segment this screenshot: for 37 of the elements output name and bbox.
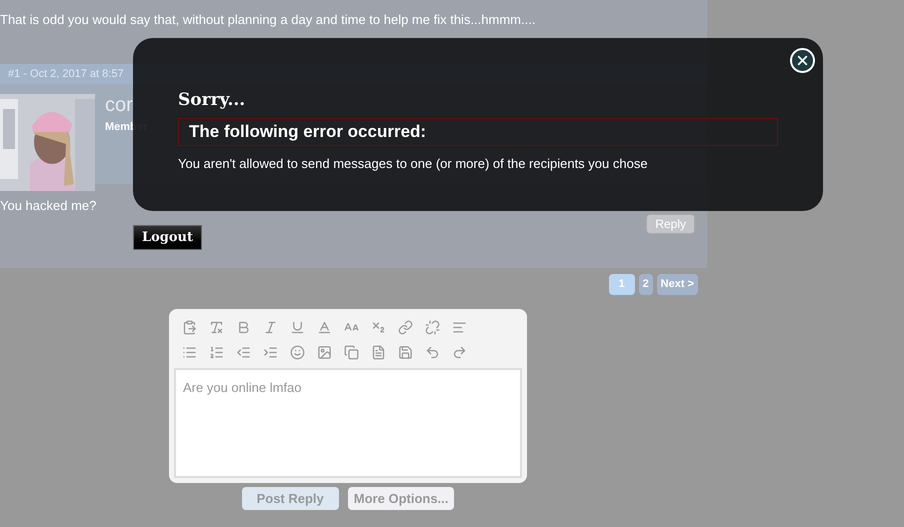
paste-icon[interactable]	[182, 320, 197, 335]
undo-icon[interactable]	[425, 345, 440, 360]
page-button[interactable]: 1	[608, 274, 635, 295]
numbered-list-icon[interactable]	[209, 345, 224, 360]
align-left-icon[interactable]	[452, 320, 467, 335]
reply-button[interactable]: Reply	[646, 214, 695, 234]
font-color-icon[interactable]	[317, 320, 332, 335]
redo-icon[interactable]	[452, 345, 467, 360]
bold-icon[interactable]	[236, 320, 251, 335]
dialog-title: Sorry...	[178, 89, 246, 112]
post-reply-button[interactable]: Post Reply	[242, 487, 339, 510]
message-field[interactable]: Are you online lmfao	[174, 368, 522, 478]
post-text: That is odd you would say that, without planning a day and time to help me fix this...hmmm....	[0, 11, 536, 29]
bullet-list-icon[interactable]	[182, 345, 197, 360]
post-date: #1 - Oct 2, 2017 at 8:57	[7, 66, 124, 82]
copy-icon[interactable]	[344, 345, 359, 360]
link-icon[interactable]	[398, 320, 413, 335]
close-icon	[795, 53, 810, 68]
outdent-icon[interactable]	[236, 345, 251, 360]
underline-icon[interactable]	[290, 320, 305, 335]
document-icon[interactable]	[371, 345, 386, 360]
subscript-icon[interactable]	[371, 320, 386, 335]
smiley-icon[interactable]	[290, 345, 305, 360]
next-button[interactable]: Next >	[656, 274, 698, 295]
clear-format-icon[interactable]	[209, 320, 224, 335]
page-button[interactable]: 2	[638, 274, 653, 295]
indent-icon[interactable]	[263, 345, 278, 360]
error-message: You aren't allowed to send messages to one (or more) of the recipients you chose	[178, 154, 649, 173]
error-heading: The following error occurred:	[189, 120, 426, 143]
post-text: You hacked me?	[0, 197, 98, 214]
unlink-icon[interactable]	[425, 320, 440, 335]
more-options-button[interactable]: More Options...	[348, 487, 454, 510]
save-icon[interactable]	[398, 345, 413, 360]
logout-button[interactable]: Logout	[133, 225, 202, 250]
italic-icon[interactable]	[263, 320, 278, 335]
image-icon[interactable]	[317, 345, 332, 360]
close-button[interactable]	[790, 48, 815, 73]
